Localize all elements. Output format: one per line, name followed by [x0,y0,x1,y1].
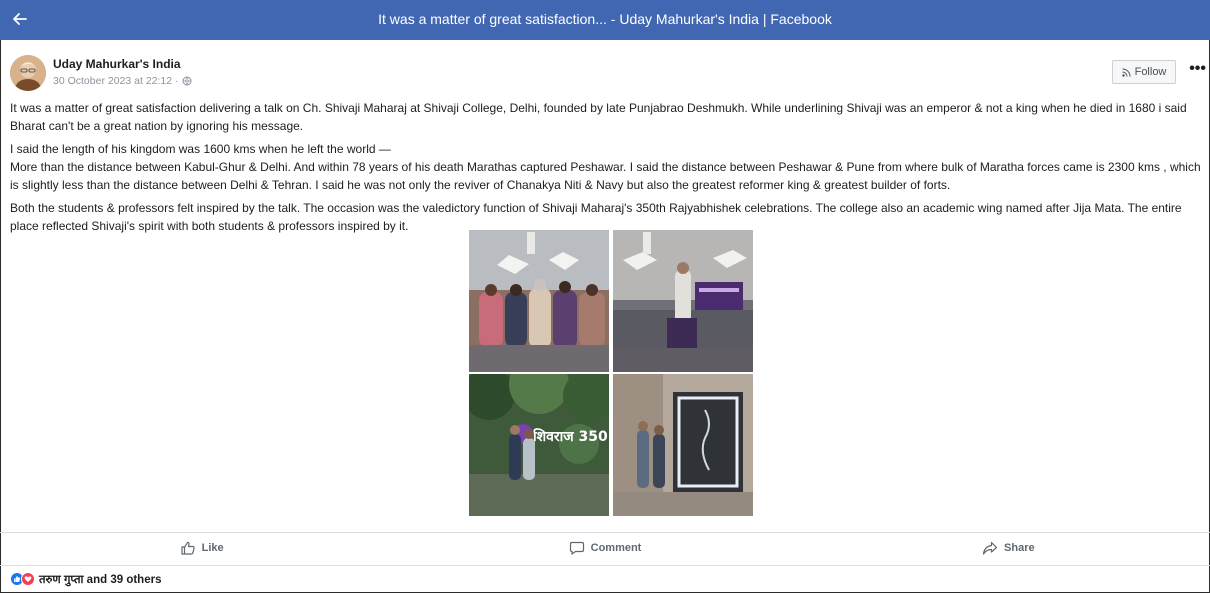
post-paragraph: It was a matter of great satisfaction de… [10,101,1187,133]
post-paragraph: I said the length of his kingdom was 160… [10,142,391,156]
gallery-photo[interactable] [469,230,609,372]
post-text: It was a matter of great satisfaction de… [10,99,1206,240]
share-button[interactable]: Share [807,534,1210,562]
comment-label: Comment [590,542,642,554]
like-label: Like [201,542,224,554]
follow-button[interactable]: Follow [1112,60,1176,84]
window-title: It was a matter of great satisfaction...… [378,11,832,27]
divider [0,532,1210,533]
more-options-button[interactable]: ••• [1189,61,1206,77]
action-bar: Like Comment Share [0,534,1210,562]
reactions-summary[interactable]: तरुण गुप्ता and 39 others [10,571,161,587]
photo-gallery: शिवराज 350 [469,230,753,516]
follow-label: Follow [1134,66,1167,78]
post-header: Uday Mahurkar's India 30 October 2023 at… [10,54,1210,94]
love-reaction-icon [21,572,35,586]
share-label: Share [1004,542,1035,554]
gallery-photo[interactable] [613,374,753,516]
divider [0,565,1210,566]
rss-icon [1121,68,1131,77]
comment-button[interactable]: Comment [403,534,806,562]
like-button[interactable]: Like [0,534,403,562]
gallery-photo[interactable]: शिवराज 350 [469,374,609,516]
post-paragraph: More than the distance between Kabul-Ghu… [10,160,1201,192]
comment-icon [569,541,584,555]
globe-icon [182,76,192,86]
reactions-text: तरुण गुप्ता and 39 others [39,573,162,586]
share-icon [982,541,998,555]
gallery-photo[interactable] [613,230,753,372]
author-name[interactable]: Uday Mahurkar's India [53,57,181,71]
thumbs-up-icon [181,541,195,555]
post-timestamp[interactable]: 30 October 2023 at 22:12 · [53,75,179,87]
title-bar: It was a matter of great satisfaction...… [0,0,1210,40]
post-meta: 30 October 2023 at 22:12 · [53,75,192,87]
sign-text: शिवराज 350 [532,428,608,445]
avatar[interactable] [10,55,46,91]
